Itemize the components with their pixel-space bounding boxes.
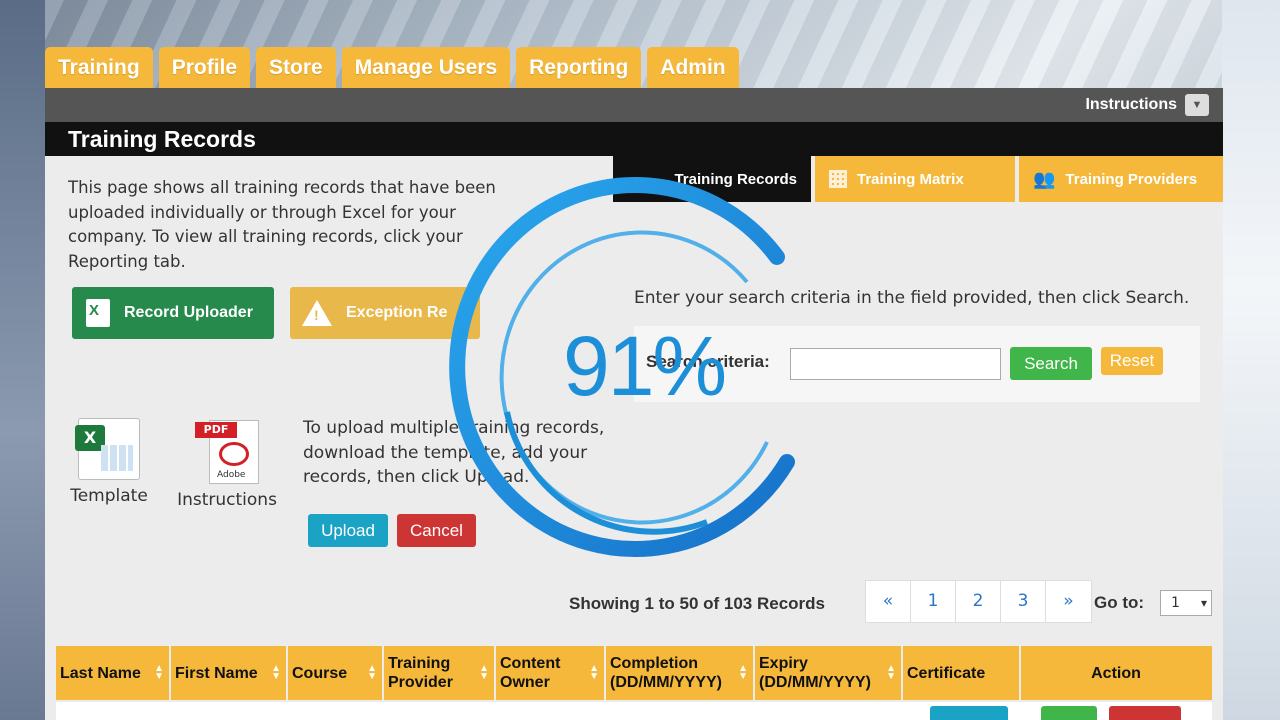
subtab-training-matrix[interactable]: Training Matrix: [815, 156, 1019, 202]
background-right: [1222, 0, 1280, 720]
grid-icon: [829, 170, 847, 188]
instructions-file-label: Instructions: [177, 490, 277, 510]
tab-store[interactable]: Store: [256, 47, 336, 88]
exception-report-button[interactable]: Exception Re: [290, 287, 480, 339]
page-1[interactable]: 1: [911, 581, 956, 622]
page-3[interactable]: 3: [1001, 581, 1046, 622]
template-download[interactable]: X Template: [68, 418, 150, 506]
pagination: « 1 2 3 »: [865, 580, 1092, 623]
sort-icon: ▲ ▼: [886, 663, 896, 682]
pdf-file-icon: PDF Adobe: [195, 420, 259, 484]
sub-tabs: Training Records Training Matrix 👥 Train…: [613, 156, 1223, 202]
sort-icon: ▲ ▼: [479, 663, 489, 682]
row-edit-button[interactable]: [1041, 706, 1097, 720]
instructions-download[interactable]: PDF Adobe Instructions: [175, 420, 279, 510]
instructions-bar: Instructions ▼: [45, 88, 1223, 122]
search-hint: Enter your search criteria in the field …: [634, 288, 1190, 308]
search-input[interactable]: [790, 348, 1001, 380]
page-2[interactable]: 2: [956, 581, 1001, 622]
excel-file-icon: X: [75, 418, 140, 480]
intro-text: This page shows all training records tha…: [68, 178, 496, 271]
page-title: Training Records: [45, 122, 1223, 156]
col-expiry[interactable]: Expiry (DD/MM/YYYY) ▲ ▼: [755, 646, 903, 700]
tab-profile[interactable]: Profile: [158, 47, 251, 88]
col-last-name[interactable]: Last Name ▲ ▼: [56, 646, 171, 700]
col-action: Action: [1091, 664, 1141, 682]
row-delete-button[interactable]: [1109, 706, 1181, 720]
exception-report-label: Exception Re: [346, 304, 448, 321]
records-count: Showing 1 to 50 of 103 Records: [569, 594, 826, 613]
cancel-button[interactable]: Cancel: [397, 514, 476, 547]
sort-icon: ▲ ▼: [589, 663, 599, 682]
page-prev[interactable]: «: [866, 581, 911, 622]
chevron-down-icon[interactable]: ▼: [1185, 94, 1209, 116]
upload-button[interactable]: Upload: [308, 514, 388, 547]
instructions-toggle[interactable]: Instructions: [1085, 96, 1177, 114]
top-nav: Training Profile Store Manage Users Repo…: [45, 47, 739, 88]
tab-admin[interactable]: Admin: [647, 47, 739, 88]
col-first-name[interactable]: First Name ▲ ▼: [171, 646, 288, 700]
row-upload-button[interactable]: [930, 706, 1008, 720]
sort-icon: ▲ ▼: [738, 663, 748, 682]
sort-icon: ▲ ▼: [367, 663, 377, 682]
warning-icon: [302, 300, 332, 326]
goto-label: Go to:: [1094, 593, 1145, 612]
record-uploader-label: Record Uploader: [124, 304, 253, 321]
tab-training[interactable]: Training: [45, 47, 153, 88]
upload-instructions: To upload multiple training records, dow…: [303, 418, 605, 487]
table-header: Last Name ▲ ▼ First Name ▲ ▼ Course ▲ ▼ Traini…: [56, 646, 1212, 700]
template-label: Template: [70, 486, 148, 506]
background-left: [0, 0, 45, 720]
progress-percent: 91%: [563, 319, 727, 413]
col-content-owner[interactable]: Content Owner ▲ ▼: [496, 646, 606, 700]
table-row: [56, 702, 1212, 720]
reset-button[interactable]: Reset: [1101, 347, 1163, 375]
goto-select[interactable]: 1: [1160, 590, 1212, 616]
subtab-training-records[interactable]: Training Records: [613, 156, 815, 202]
tab-reporting[interactable]: Reporting: [516, 47, 642, 88]
page-next[interactable]: »: [1046, 581, 1091, 622]
col-training-provider[interactable]: Training Provider ▲ ▼: [384, 646, 496, 700]
tab-manage-users[interactable]: Manage Users: [341, 47, 511, 88]
people-icon: 👥: [1033, 168, 1056, 189]
col-course[interactable]: Course ▲ ▼: [288, 646, 384, 700]
record-uploader-button[interactable]: Record Uploader: [72, 287, 274, 339]
col-completion[interactable]: Completion (DD/MM/YYYY) ▲ ▼: [606, 646, 755, 700]
search-button[interactable]: Search: [1010, 347, 1092, 380]
col-certificate: Certificate: [903, 646, 1021, 700]
excel-icon: [86, 299, 110, 327]
subtab-training-providers[interactable]: 👥 Training Providers: [1019, 156, 1223, 202]
sort-icon: ▲ ▼: [271, 663, 281, 682]
sort-icon: ▲ ▼: [154, 663, 164, 682]
